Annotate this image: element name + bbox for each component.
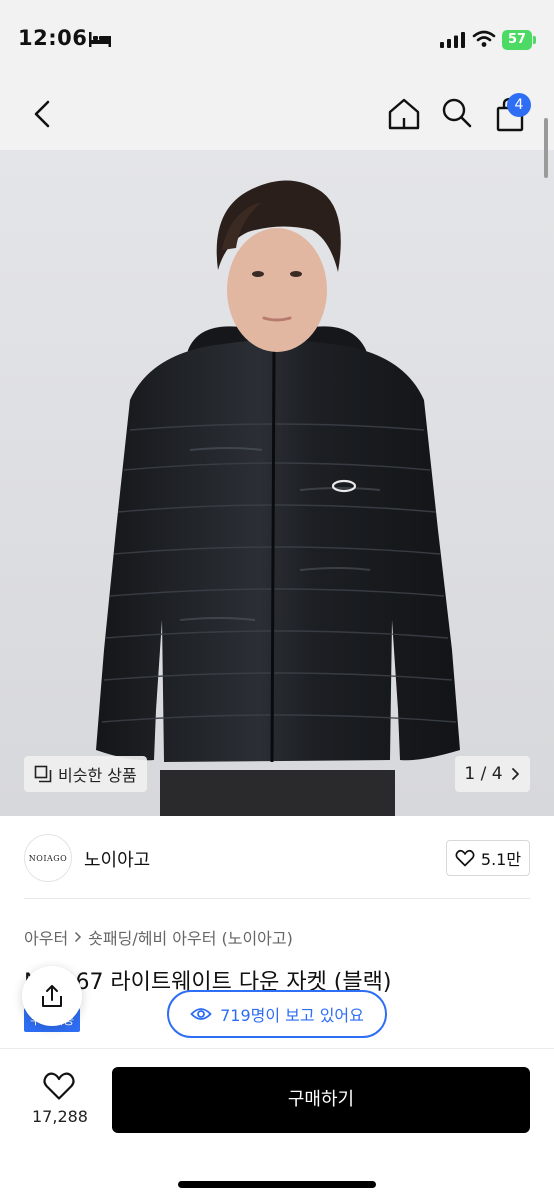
wishlist-count: 17,288 xyxy=(32,1107,88,1126)
chevron-right-icon xyxy=(511,768,519,780)
home-icon[interactable] xyxy=(386,96,422,132)
similar-products-label: 비슷한 상품 xyxy=(58,766,137,785)
shop-row[interactable]: NOIAGO 노이아고 5.1만 xyxy=(0,816,554,900)
home-indicator xyxy=(178,1181,376,1188)
divider xyxy=(24,898,530,899)
image-page-counter[interactable]: 1 / 4 xyxy=(455,756,530,792)
cellular-signal-icon xyxy=(440,32,465,48)
breadcrumb: 아우터 숏패딩/헤비 아우터 (노이아고) xyxy=(24,925,293,949)
status-bar: 12:06 57 xyxy=(0,0,554,80)
back-icon[interactable] xyxy=(28,96,58,132)
bottom-action-bar: 17,288 구매하기 xyxy=(0,1048,554,1200)
shop-logo[interactable]: NOIAGO xyxy=(24,834,72,882)
viewers-text: 719명이 보고 있어요 xyxy=(220,1006,364,1025)
battery-indicator: 57 xyxy=(502,30,532,50)
wifi-icon xyxy=(472,30,496,47)
cart-count-badge: 4 xyxy=(507,93,531,117)
copy-icon xyxy=(34,765,52,783)
eye-icon xyxy=(190,1008,212,1020)
shop-like-count: 5.1만 xyxy=(480,850,522,869)
similar-products-button[interactable]: 비슷한 상품 xyxy=(24,756,147,792)
share-icon xyxy=(42,985,62,1007)
breadcrumb-subcategory[interactable]: 숏패딩/헤비 아우터 (노이아고) xyxy=(88,925,293,949)
status-time: 12:06 xyxy=(18,26,88,50)
chevron-right-icon xyxy=(75,931,82,943)
nav-bar xyxy=(0,80,554,150)
product-image[interactable] xyxy=(0,150,554,816)
wishlist-heart-icon[interactable] xyxy=(42,1071,76,1101)
page-counter-text: 1 / 4 xyxy=(464,764,503,784)
battery-tip xyxy=(533,36,536,44)
search-icon[interactable] xyxy=(440,96,474,130)
product-photo-illustration xyxy=(0,150,554,816)
shop-name[interactable]: 노이아고 xyxy=(84,846,150,872)
heart-icon xyxy=(455,849,475,867)
shop-like-button[interactable]: 5.1만 xyxy=(446,840,530,876)
sleep-mode-icon xyxy=(89,32,111,47)
scroll-indicator xyxy=(544,118,548,178)
share-button[interactable] xyxy=(22,966,82,1026)
breadcrumb-category[interactable]: 아우터 xyxy=(24,925,68,949)
viewers-badge: 719명이 보고 있어요 xyxy=(167,990,387,1038)
buy-button[interactable]: 구매하기 xyxy=(112,1067,530,1133)
